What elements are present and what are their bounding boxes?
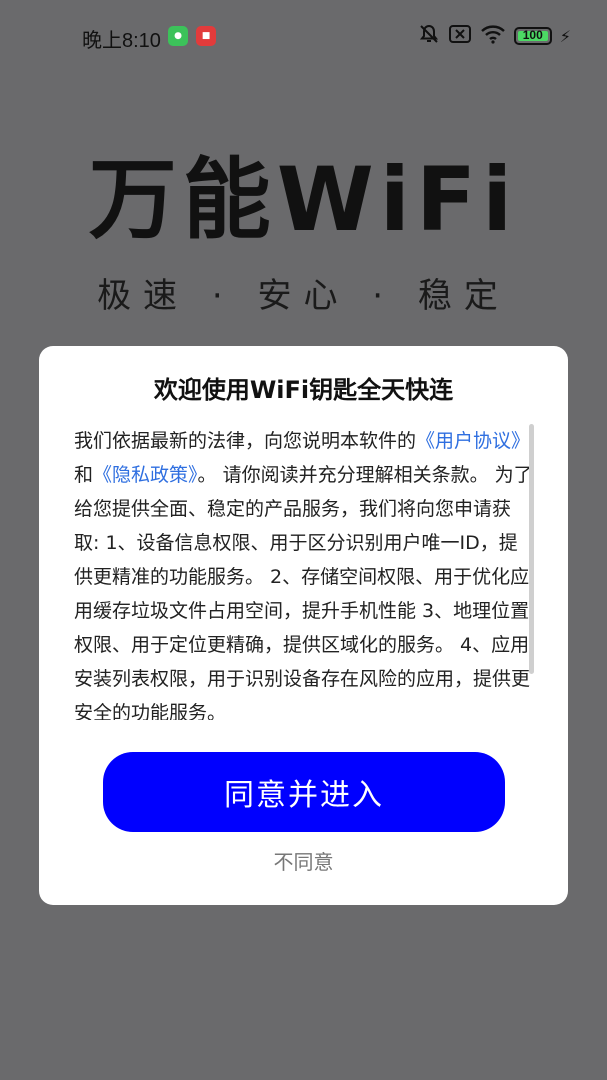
battery-label: 100: [522, 28, 543, 42]
charging-bolt-icon: ⚡: [559, 26, 571, 46]
body-rest: 。 请你阅读并充分理解相关条款。 为了给您提供全面、稳定的产品服务，我们将向您申…: [74, 464, 533, 720]
app-notification-icon: ●: [168, 26, 188, 46]
news-app-notification-icon: ■: [196, 26, 216, 46]
body-intro: 我们依据最新的法律，向您说明本软件的: [74, 430, 417, 452]
agree-and-enter-button[interactable]: 同意并进入: [103, 752, 505, 832]
brand-tagline: 极速 · 安心 · 稳定: [97, 276, 510, 316]
and-text: 和: [74, 464, 94, 486]
brand-title: 万能WiFi: [88, 148, 519, 251]
scrollbar[interactable]: [529, 424, 534, 674]
status-bar: 晚上8:10 ● ■ 100 ⚡: [0, 0, 607, 72]
mute-bell-icon: [418, 23, 440, 49]
dialog-title: 欢迎使用WiFi钥匙全天快连: [153, 376, 454, 404]
user-agreement-link[interactable]: 《用户协议》: [416, 430, 530, 452]
dialog-body-text[interactable]: 我们依据最新的法律，向您说明本软件的《用户协议》和《隐私政策》。 请你阅读并充分…: [74, 424, 534, 720]
privacy-policy-link[interactable]: 《隐私政策》: [93, 464, 198, 486]
privacy-dialog: 欢迎使用WiFi钥匙全天快连 我们依据最新的法律，向您说明本软件的《用户协议》和…: [39, 346, 568, 905]
disagree-link[interactable]: 不同意: [39, 846, 568, 875]
no-sim-icon: [448, 24, 472, 48]
status-icons: 100 ⚡: [418, 24, 571, 48]
battery-icon: 100: [513, 27, 552, 45]
wifi-icon: [480, 24, 506, 48]
status-time: 晚上8:10: [82, 30, 161, 52]
